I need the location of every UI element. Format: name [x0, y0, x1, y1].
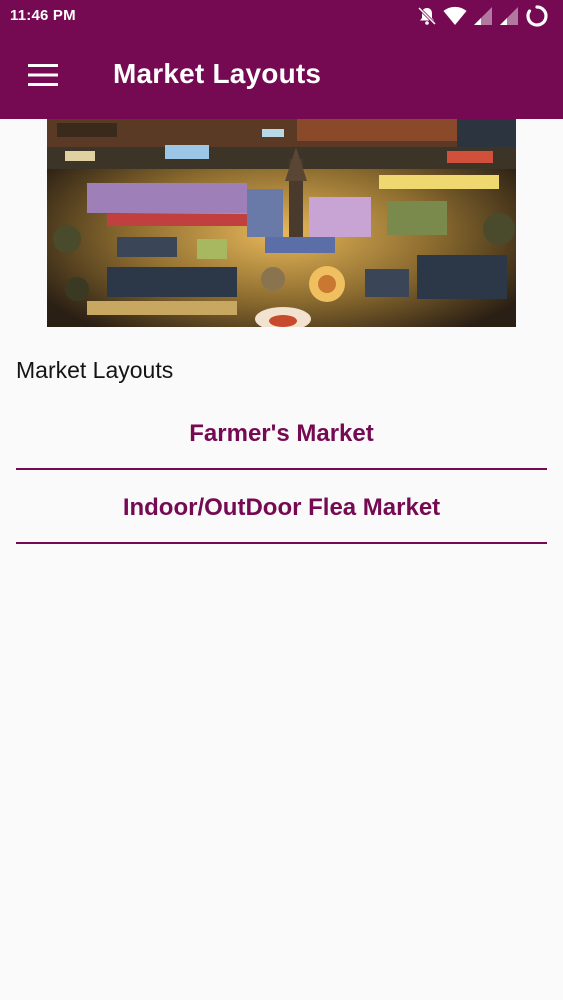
status-time: 11:46 PM — [10, 7, 76, 24]
section-heading: Market Layouts — [16, 357, 174, 383]
status-bar: 11:46 PM — [0, 0, 563, 32]
signal-icon — [473, 6, 493, 26]
menu-button[interactable] — [20, 54, 66, 100]
notifications-off-icon — [417, 6, 437, 26]
farmers-market-link[interactable]: Farmer's Market — [16, 400, 547, 470]
status-icons — [417, 5, 549, 27]
banner-image — [47, 119, 516, 327]
flea-market-link[interactable]: Indoor/OutDoor Flea Market — [16, 474, 547, 544]
signal-icon — [499, 6, 519, 26]
wifi-icon — [443, 6, 467, 26]
app-title: Market Layouts — [113, 58, 322, 89]
hamburger-menu-icon — [28, 63, 58, 91]
app-bar: Market Layouts — [0, 32, 563, 119]
battery-charging-icon — [525, 4, 549, 28]
